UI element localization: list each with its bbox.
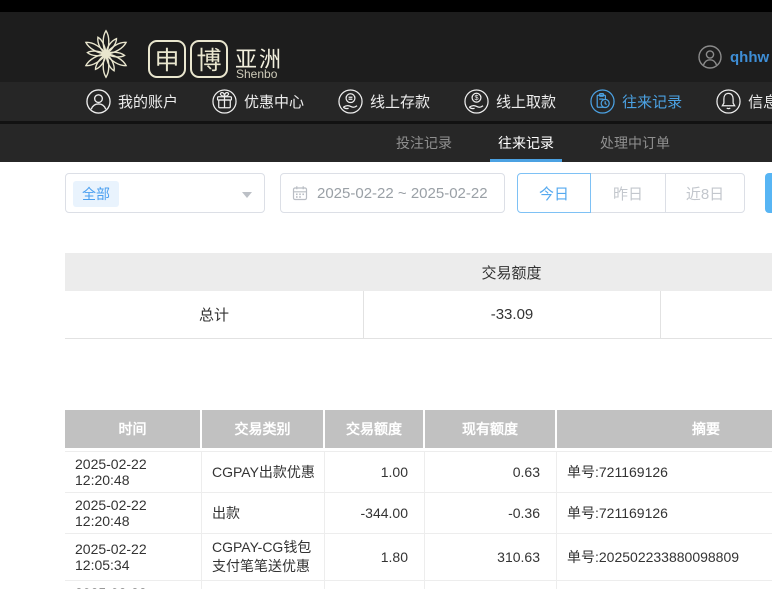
summary-total-label: 总计 [198, 307, 229, 324]
summary-total-row: 总计 -33.09 [65, 291, 772, 339]
withdraw-icon: $ [464, 89, 489, 114]
nav-item-promotions[interactable]: 优惠中心 [212, 89, 304, 114]
nav-label: 线上取款 [496, 94, 557, 111]
subnav-label: 投注记录 [396, 135, 452, 151]
bell-icon [716, 89, 741, 114]
main-nav: 我的账户 优惠中心 线上存款 $ 线上取款 往来记录 信息 [0, 82, 772, 124]
nav-item-my-account[interactable]: 我的账户 [86, 89, 178, 114]
selected-type-tag[interactable]: 全部 [73, 181, 119, 207]
quick-date-buttons: 今日 昨日 近8日 [517, 173, 745, 213]
summary-header-empty [65, 253, 363, 291]
user-icon [86, 89, 111, 114]
col-header-type: 交易类别 [202, 410, 325, 448]
nav-item-deposit[interactable]: 线上存款 [338, 89, 430, 114]
col-header-amount: 交易额度 [325, 410, 425, 448]
table-body: 2025-02-22 12:20:48 CGPAY出款优惠 1.00 0.63 … [65, 451, 772, 589]
cell-type: 出款 [202, 493, 325, 533]
cell-note: 单号:202502233880098809 [557, 581, 772, 589]
chevron-down-icon [242, 192, 252, 198]
brand-flower-icon [80, 28, 132, 85]
nav-item-withdraw[interactable]: $ 线上取款 [464, 89, 556, 114]
svg-text:$: $ [475, 93, 479, 102]
cell-type: CGPAY-CG钱包支付笔笔送优惠 [202, 534, 325, 580]
records-icon [590, 89, 615, 114]
col-header-note: 摘要 [692, 421, 720, 437]
summary-header-amount: 交易额度 [481, 264, 542, 282]
date-range-input[interactable]: 2025-02-22 ~ 2025-02-22 [280, 173, 505, 213]
table-row: 2025-02-22 12:05:34 CGPAY-CG钱包支付笔笔送优惠 1.… [65, 534, 772, 581]
cell-type: CGPAY出款优惠 [202, 452, 325, 492]
subnav-item-processing-orders[interactable]: 处理中订单 [592, 124, 678, 162]
logo-subtitle: Shenbo [236, 67, 278, 81]
nav-label: 我的账户 [118, 94, 179, 111]
cell-time: 2025-02-22 12:05:34 [65, 580, 202, 589]
cell-balance: -0.36 [425, 493, 557, 533]
cell-time: 2025-02-22 12:05:34 [65, 534, 202, 580]
calendar-icon [292, 185, 308, 201]
subnav-item-transaction-records[interactable]: 往来记录 [490, 124, 562, 162]
cell-note: 单号:202502233880098809 [567, 548, 740, 565]
subnav-label: 处理中订单 [600, 135, 670, 151]
table-row: 2025-02-22 12:20:48 出款 -344.00 -0.36 单号:… [65, 493, 772, 534]
gift-icon [212, 89, 237, 114]
cell-amount: 1.00 [325, 452, 425, 492]
avatar-icon [698, 45, 722, 69]
cell-balance: 308.83 [425, 580, 557, 589]
summary-total-value: -33.09 [363, 291, 660, 338]
nav-label: 往来记录 [622, 94, 683, 111]
today-button[interactable]: 今日 [517, 173, 591, 213]
summary-total-cut [660, 291, 772, 338]
transactions-table: 时间 交易类别 交易额度 现有额度 摘要 2025-02-22 12:20:48… [65, 410, 772, 589]
cell-time: 2025-02-22 12:20:48 [65, 452, 202, 492]
search-button[interactable] [765, 173, 772, 213]
sub-nav: 投注记录 往来记录 处理中订单 [0, 124, 772, 162]
nav-label: 优惠中心 [244, 94, 305, 111]
subnav-label: 往来记录 [498, 135, 554, 151]
col-header-balance: 现有额度 [425, 410, 557, 448]
cell-balance: 310.63 [425, 534, 557, 580]
username-text: qhhw [730, 48, 770, 66]
nav-item-messages[interactable]: 信息 [716, 89, 772, 114]
logo-char-box-2: 博 [190, 40, 228, 78]
summary-header-row: 交易额度 [65, 253, 772, 291]
logo-char-2: 博 [196, 47, 222, 75]
table-row: 2025-02-22 12:05:34 CGPAY支付 300.00 308.8… [65, 580, 772, 589]
nav-label: 信息 [748, 94, 772, 111]
col-header-time: 时间 [65, 410, 202, 448]
last-8-days-button[interactable]: 近8日 [665, 173, 745, 213]
site-header: 申 博 亚洲 Shenbo qhhw [0, 12, 772, 82]
table-row: 2025-02-22 12:20:48 CGPAY出款优惠 1.00 0.63 … [65, 452, 772, 493]
nav-item-records[interactable]: 往来记录 [590, 89, 682, 114]
cell-time: 2025-02-22 12:20:48 [65, 493, 202, 533]
nav-label: 线上存款 [370, 94, 431, 111]
cell-amount: 300.00 [325, 580, 425, 589]
logo-char-1: 申 [154, 47, 180, 75]
user-account[interactable]: qhhw [698, 45, 769, 69]
summary-table: 交易额度 总计 -33.09 [65, 253, 772, 339]
yesterday-button[interactable]: 昨日 [590, 173, 666, 213]
logo-char-box-1: 申 [148, 40, 186, 78]
subnav-item-betting-records[interactable]: 投注记录 [388, 124, 460, 162]
deposit-icon [338, 89, 363, 114]
cell-note: 单号:721169126 [567, 505, 668, 521]
cell-type: CGPAY支付 [202, 580, 325, 589]
cell-note: 单号:721169126 [567, 464, 668, 480]
cell-balance: 0.63 [425, 452, 557, 492]
cell-amount: -344.00 [325, 493, 425, 533]
top-strip [0, 0, 772, 12]
transaction-type-select[interactable]: 全部 [65, 173, 265, 213]
screen: 申 博 亚洲 Shenbo qhhw 我的账户 优惠中心 线上存款 $ 线上取款… [0, 0, 772, 589]
date-range-value: 2025-02-22 ~ 2025-02-22 [317, 184, 488, 202]
summary-header-cut [660, 253, 772, 291]
cell-amount: 1.80 [325, 534, 425, 580]
table-header-row: 时间 交易类别 交易额度 现有额度 摘要 [65, 410, 772, 448]
